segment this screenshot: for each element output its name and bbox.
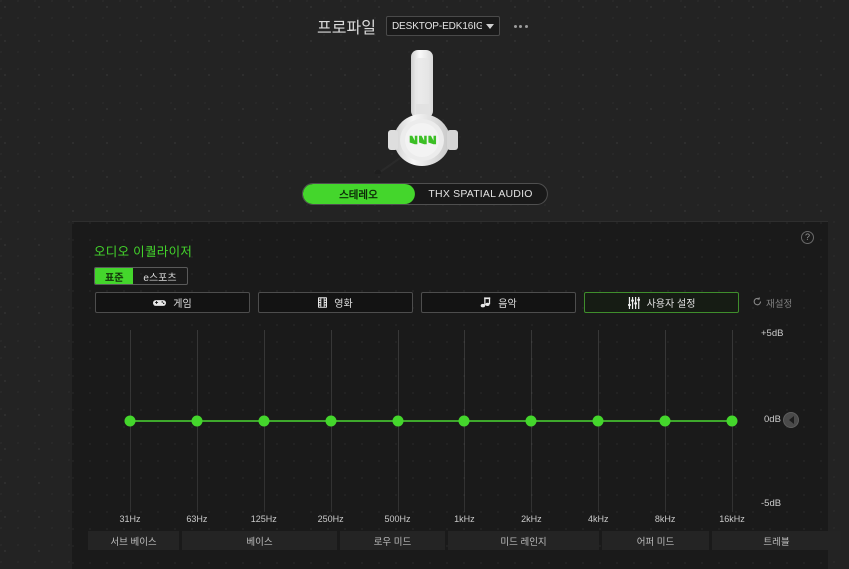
sliders-icon [627,296,640,309]
curve-segment [196,420,264,422]
headset-image-container [0,42,849,174]
curve-segment [397,420,465,422]
page-title: 오디오 이퀄라이저 [94,245,193,259]
reset-button[interactable]: 재설정 [753,296,792,310]
band-label: 로우 미드 [340,531,445,550]
preset-label: 음악 [498,299,517,310]
frequency-label-2kHz: 2kHz [521,514,542,524]
equalizer-mode-tabs[interactable]: 표준 e스포츠 [94,267,188,285]
audio-mode-toggle[interactable]: 스테레오 THX SPATIAL AUDIO [301,183,548,205]
kebab-dot [524,24,528,28]
reset-label: 재설정 [766,299,793,310]
mode-option-thx-spatial-audio[interactable]: THX SPATIAL AUDIO [414,184,546,204]
help-icon[interactable]: ? [801,231,814,244]
curve-segment [531,420,599,422]
zero-db-handle[interactable] [783,412,799,428]
curve-segment [598,420,666,422]
razer-headset-image [374,50,458,174]
tab-standard[interactable]: 표준 [95,268,134,284]
eq-band-handle-1kHz[interactable] [458,415,470,427]
kebab-dot [519,24,523,28]
frequency-label-8kHz: 8kHz [654,514,676,524]
eq-band-handle-4kHz[interactable] [592,415,604,427]
kebab-dot [513,24,517,28]
preset-button-music[interactable]: 음악 [421,292,576,313]
eq-band-handle-8kHz[interactable] [659,415,671,427]
profile-more-options-button[interactable] [510,21,532,32]
eq-band-handle-125Hz[interactable] [258,415,270,427]
eq-band-handle-250Hz[interactable] [325,415,337,427]
mode-option-stereo[interactable]: 스테레오 [302,184,415,204]
frequency-label-4kHz: 4kHz [587,514,609,524]
frequency-band-row: 서브 베이스 베이스 로우 미드 미드 레인지 어퍼 미드 트레블 [88,531,841,550]
gamepad-icon [153,298,167,308]
film-icon [318,297,328,308]
tab-esports[interactable]: e스포츠 [133,268,186,284]
curve-segment [464,420,532,422]
curve-segment [263,420,331,422]
preset-label: 사용자 설정 [646,299,696,310]
band-label: 트레블 [712,531,841,550]
preset-label: 영화 [334,299,353,310]
band-label: 베이스 [182,531,337,550]
frequency-label-16kHz: 16kHz [719,514,745,524]
db-label-bottom: -5dB [761,498,782,509]
preset-button-game[interactable]: 게임 [95,292,250,313]
db-label-top: +5dB [761,328,784,339]
frequency-label-31Hz: 31Hz [119,514,141,524]
reset-circular-arrow-icon [753,297,762,309]
frequency-label-1kHz: 1kHz [454,514,475,524]
eq-band-handle-63Hz[interactable] [191,415,203,427]
chevron-down-icon [485,23,494,29]
equalizer-graph[interactable] [110,330,750,512]
curve-segment [330,420,398,422]
frequency-label-500Hz: 500Hz [384,514,411,524]
curve-segment [665,420,732,422]
band-label: 서브 베이스 [88,531,179,550]
triangle-left-icon [788,416,794,424]
curve-segment [130,420,197,422]
profile-dropdown[interactable]: DESKTOP-EDK16IG-D... [385,16,500,36]
preset-button-movie[interactable]: 영화 [258,292,413,313]
eq-band-handle-500Hz[interactable] [392,415,404,427]
profile-dropdown-value: DESKTOP-EDK16IG-D... [391,20,482,32]
band-label: 미드 레인지 [448,531,599,550]
db-label-mid: 0dB [764,414,781,425]
eq-band-handle-2kHz[interactable] [525,415,537,427]
frequency-label-125Hz: 125Hz [250,514,277,524]
eq-band-handle-31Hz[interactable] [124,415,136,427]
frequency-label-63Hz: 63Hz [186,514,208,524]
equalizer-preset-row: 게임 영화 음악 사용자 설정 [95,292,739,313]
profile-bar: 프로파일 DESKTOP-EDK16IG-D... [0,14,849,38]
preset-label: 게임 [173,299,192,310]
music-note-icon [480,297,491,308]
eq-band-handle-16kHz[interactable] [726,415,738,427]
frequency-label-250Hz: 250Hz [317,514,344,524]
preset-button-custom[interactable]: 사용자 설정 [584,292,739,313]
razer-synapse-audio-window: 프로파일 DESKTOP-EDK16IG-D... [0,0,849,569]
band-label: 어퍼 미드 [602,531,709,550]
profile-label: 프로파일 [317,20,376,37]
